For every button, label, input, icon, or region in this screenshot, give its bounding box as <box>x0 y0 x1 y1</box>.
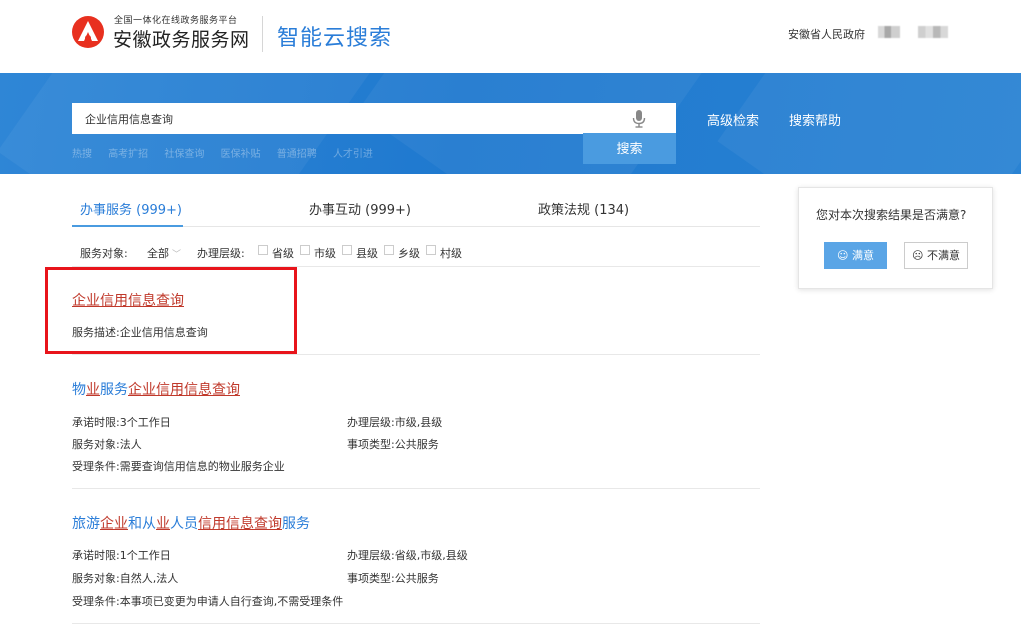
hot-link[interactable]: 社保查询 <box>164 149 204 160</box>
search-input[interactable] <box>72 103 582 134</box>
level-checkbox[interactable] <box>258 245 268 255</box>
anhui-logo-icon[interactable] <box>71 15 105 49</box>
result-title[interactable]: 物业服务企业信用信息查询 <box>72 379 240 399</box>
chevron-down-icon: ﹀ <box>172 250 182 260</box>
search-button[interactable]: 搜索 <box>583 133 676 164</box>
site-header: 全国一体化在线政务服务平台 安徽政务服务网 智能云搜索 安徽省人民政府 <box>0 0 1021 73</box>
search-box <box>72 103 676 134</box>
level-option[interactable]: 村级 <box>440 245 462 261</box>
hot-link[interactable]: 医保补贴 <box>221 149 261 160</box>
result-time-limit: 承诺时限:1个工作日 <box>72 549 171 562</box>
title-part-highlight: 信用信息查询 <box>198 516 282 532</box>
title-part: 服务 <box>100 382 128 398</box>
feedback-question: 您对本次搜索结果是否满意? <box>816 208 967 222</box>
smile-icon: ☺ <box>837 249 849 262</box>
product-name: 智能云搜索 <box>277 26 393 51</box>
result-time-limit: 承诺时限:3个工作日 <box>72 416 171 429</box>
target-filter-value: 全部 <box>147 247 169 260</box>
target-filter-select[interactable]: 全部 ﹀ <box>147 245 181 261</box>
result-condition: 受理条件:本事项已变更为申请人自行查询,不需受理条件 <box>72 595 344 608</box>
title-part: 服务 <box>282 516 310 532</box>
level-option[interactable]: 市级 <box>314 245 336 261</box>
advanced-search-link[interactable]: 高级检索 <box>707 110 759 129</box>
level-filter-label: 办理层级: <box>197 247 245 260</box>
result-level: 办理层级:市级,县级 <box>347 416 443 429</box>
result-item: 物业服务企业信用信息查询 承诺时限:3个工作日 办理层级:市级,县级 服务对象:… <box>72 355 760 489</box>
level-option[interactable]: 乡级 <box>398 245 420 261</box>
tab-policy[interactable]: 政策法规 (134) <box>538 199 629 218</box>
gov-link[interactable]: 安徽省人民政府 <box>788 26 865 42</box>
feedback-panel: 您对本次搜索结果是否满意? ☺ 满意 ☹ 不满意 <box>798 187 993 289</box>
search-banner: 搜索 热搜 高考扩招 社保查询 医保补贴 普通招聘 人才引进 高级检索 搜索帮助 <box>0 73 1021 174</box>
microphone-icon[interactable] <box>632 110 646 128</box>
title-part: 旅游 <box>72 516 100 532</box>
blurred-user-info[interactable] <box>918 26 948 38</box>
level-checkbox[interactable] <box>426 245 436 255</box>
search-help-link[interactable]: 搜索帮助 <box>789 110 841 129</box>
blurred-user-info[interactable] <box>878 26 900 38</box>
hot-link[interactable]: 热搜 <box>72 149 92 160</box>
title-part: 物 <box>72 382 86 398</box>
unsatisfied-label: 不满意 <box>926 249 960 262</box>
target-filter-label: 服务对象: <box>80 247 128 260</box>
satisfied-button[interactable]: ☺ 满意 <box>824 242 887 269</box>
tab-services[interactable]: 办事服务 (999+) <box>80 199 182 218</box>
level-option[interactable]: 县级 <box>356 245 378 261</box>
level-checkbox[interactable] <box>300 245 310 255</box>
result-level: 办理层级:省级,市级,县级 <box>347 549 468 562</box>
result-target: 服务对象:自然人,法人 <box>72 572 179 585</box>
frown-icon: ☹ <box>912 249 924 262</box>
title-part-highlight: 企业 <box>100 516 128 532</box>
logo-divider <box>262 16 263 52</box>
result-target: 服务对象:法人 <box>72 438 142 451</box>
result-type: 事项类型:公共服务 <box>347 572 439 585</box>
hot-links: 热搜 高考扩招 社保查询 医保补贴 普通招聘 人才引进 <box>72 145 386 160</box>
result-tabs: 办事服务 (999+) 办事互动 (999+) 政策法规 (134) <box>72 190 760 227</box>
result-item: 旅游企业和从业人员信用信息查询服务 承诺时限:1个工作日 办理层级:省级,市级,… <box>72 489 760 624</box>
tab-interaction[interactable]: 办事互动 (999+) <box>309 199 411 218</box>
unsatisfied-button[interactable]: ☹ 不满意 <box>904 242 968 269</box>
satisfied-label: 满意 <box>851 249 874 262</box>
hot-link[interactable]: 人才引进 <box>333 149 373 160</box>
hot-link[interactable]: 高考扩招 <box>108 149 148 160</box>
platform-name[interactable]: 安徽政务服务网 <box>113 25 250 52</box>
title-part-highlight: 业 <box>86 382 100 398</box>
level-option[interactable]: 省级 <box>272 245 294 261</box>
result-title[interactable]: 旅游企业和从业人员信用信息查询服务 <box>72 513 310 533</box>
title-part-highlight: 企业信用信息查询 <box>128 382 240 398</box>
highlight-box <box>45 267 297 354</box>
title-part: 人员 <box>170 516 198 532</box>
result-condition: 受理条件:需要查询信用信息的物业服务企业 <box>72 460 285 473</box>
title-part: 和从 <box>128 516 156 532</box>
level-checkbox[interactable] <box>342 245 352 255</box>
level-checkbox[interactable] <box>384 245 394 255</box>
hot-link[interactable]: 普通招聘 <box>277 149 317 160</box>
result-type: 事项类型:公共服务 <box>347 438 439 451</box>
title-part-highlight: 业 <box>156 516 170 532</box>
filter-bar: 服务对象: 全部 ﹀ 办理层级: 省级 市级 县级 乡级 村级 <box>72 227 760 267</box>
